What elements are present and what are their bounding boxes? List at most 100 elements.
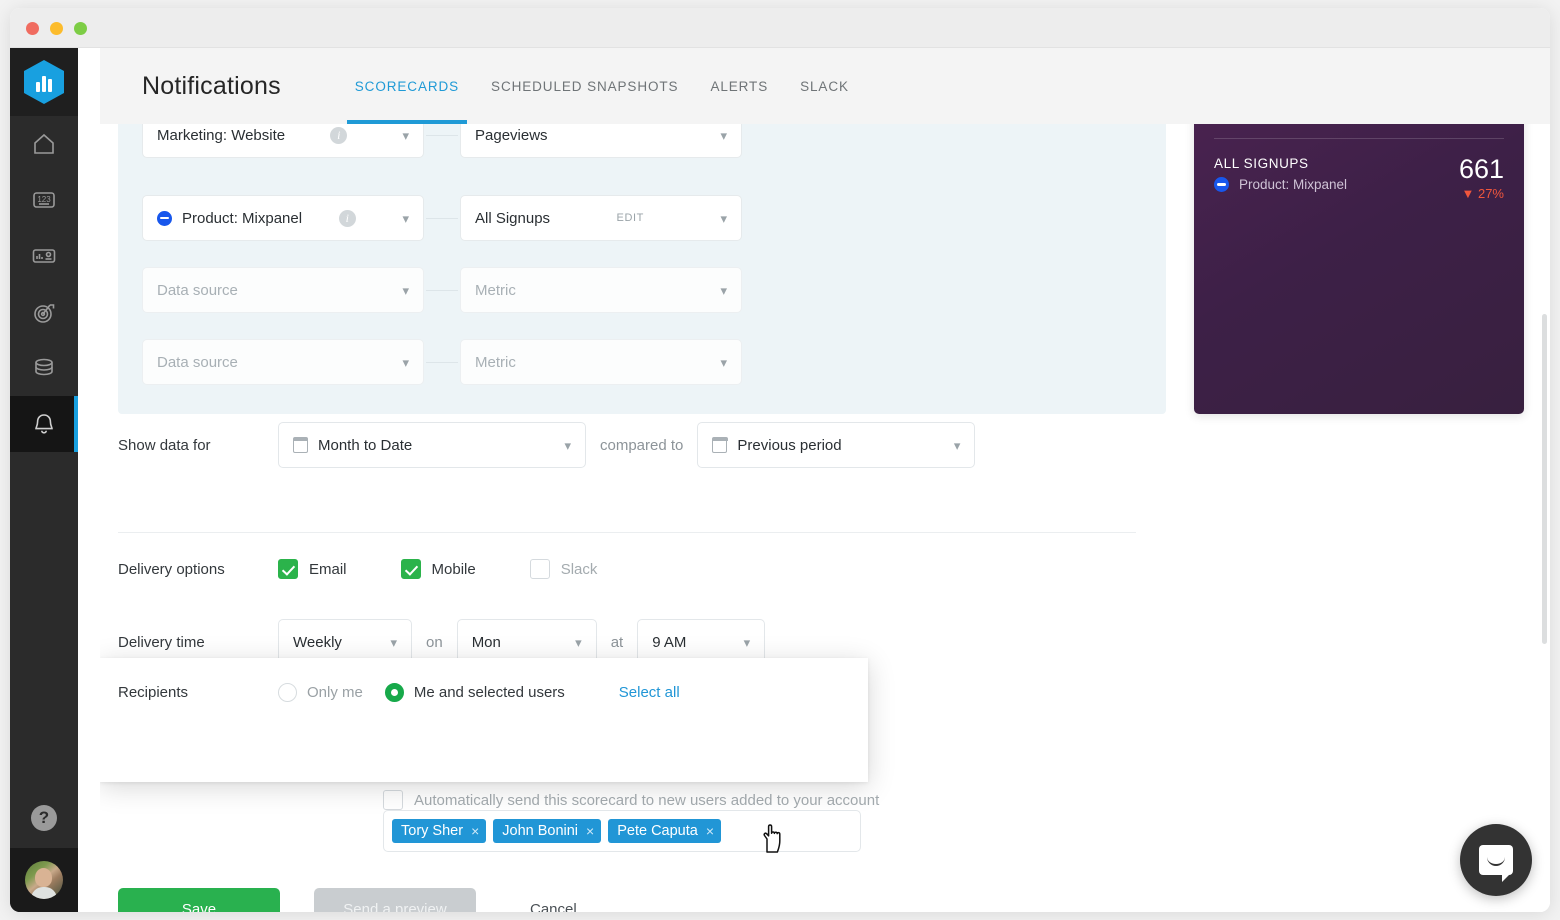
close-button[interactable] <box>26 22 39 35</box>
data-source-select-2[interactable]: Product: Mixpanel i ▾ <box>142 195 424 241</box>
chevron-down-icon: ▾ <box>402 282 409 298</box>
page-header: Notifications SCORECARDS SCHEDULED SNAPS… <box>100 48 1550 124</box>
auto-send-row[interactable]: Automatically send this scorecard to new… <box>383 790 879 810</box>
sidebar-item-notifications[interactable] <box>10 396 78 452</box>
close-icon[interactable]: × <box>706 823 714 839</box>
mouse-cursor <box>763 824 781 853</box>
data-source-select-4[interactable]: Data source ▾ <box>142 339 424 385</box>
row-connector <box>426 135 458 136</box>
chat-bubble-icon <box>1479 845 1513 882</box>
preview-metric-value: 661 <box>1458 154 1504 184</box>
chevron-down-icon: ▾ <box>720 127 727 143</box>
chevron-down-icon: ▾ <box>564 437 571 453</box>
source-row-1: Marketing: Website i ▾ Pageviews ▾ <box>142 124 1142 158</box>
chip-label: Tory Sher <box>401 823 464 839</box>
compare-select[interactable]: Previous period ▾ <box>697 422 976 468</box>
at-label: at <box>610 633 624 651</box>
metric-select-3[interactable]: Metric ▾ <box>460 267 742 313</box>
question-mark-icon: ? <box>31 805 57 831</box>
account-avatar-button[interactable] <box>10 848 78 912</box>
zoom-button[interactable] <box>74 22 87 35</box>
scorecard-form: Marketing: Website i ▾ Pageviews ▾ Produ… <box>100 124 1550 912</box>
form-actions: Save Send a preview Cancel <box>118 888 597 912</box>
day-value: Mon <box>471 633 501 651</box>
close-icon[interactable]: × <box>586 823 594 839</box>
row-connector <box>426 290 458 291</box>
dashboard-icon <box>32 249 56 263</box>
radio-only-me[interactable]: Only me <box>278 683 363 702</box>
delivery-time-label: Delivery time <box>118 633 205 651</box>
source-row-4: Data source ▾ Metric ▾ <box>142 339 1142 385</box>
chevron-down-icon: ▾ <box>390 634 397 650</box>
cancel-button[interactable]: Cancel <box>510 888 597 913</box>
calendar-icon <box>292 437 309 453</box>
data-source-select-3[interactable]: Data source ▾ <box>142 267 424 313</box>
row-connector <box>426 362 458 363</box>
info-icon[interactable]: i <box>330 126 348 144</box>
tab-slack[interactable]: SLACK <box>784 48 865 124</box>
home-icon <box>34 133 54 154</box>
page-title: Notifications <box>142 71 281 100</box>
close-icon[interactable]: × <box>471 823 479 839</box>
chevron-down-icon: ▾ <box>743 634 751 650</box>
compared-to-label: compared to <box>600 436 684 454</box>
sidebar-item-datasources[interactable] <box>10 340 78 396</box>
recipients-row: Recipients Only me Me and selected users… <box>118 683 680 702</box>
target-icon <box>34 304 55 323</box>
select-all-link[interactable]: Select all <box>619 684 680 701</box>
tab-alerts[interactable]: ALERTS <box>694 48 784 124</box>
sidebar-item-logo[interactable] <box>10 48 78 116</box>
minimize-button[interactable] <box>50 22 63 35</box>
period-value: Month to Date <box>318 436 413 454</box>
chevron-down-icon: ▾ <box>953 437 961 453</box>
recipient-chip[interactable]: Pete Caputa × <box>608 819 722 843</box>
calendar-icon <box>711 437 728 453</box>
database-icon <box>35 358 53 376</box>
checkbox-icon <box>383 790 403 810</box>
window-titlebar <box>10 8 1550 48</box>
radio-icon <box>278 683 297 702</box>
checkbox-icon <box>278 559 298 579</box>
tab-scorecards[interactable]: SCORECARDS <box>339 48 475 124</box>
sidebar-item-metrics[interactable]: 123 <box>10 172 78 228</box>
checkbox-email[interactable]: Email <box>278 559 347 579</box>
recipients-input[interactable]: Tory Sher × John Bonini × Pete Caputa × <box>383 810 861 852</box>
checkbox-mobile[interactable]: Mobile <box>400 559 476 579</box>
period-select[interactable]: Month to Date ▾ <box>278 422 586 468</box>
app-logo-icon <box>24 60 64 104</box>
radio-selected-users[interactable]: Me and selected users <box>384 683 565 702</box>
compare-value: Previous period <box>737 436 842 454</box>
tab-scheduled-snapshots[interactable]: SCHEDULED SNAPSHOTS <box>475 48 694 124</box>
page-content: Notifications SCORECARDS SCHEDULED SNAPS… <box>78 48 1550 912</box>
sidebar-item-home[interactable] <box>10 116 78 172</box>
sidebar-bottom: ? <box>10 788 78 912</box>
chevron-down-icon: ▾ <box>575 634 582 650</box>
send-preview-button[interactable]: Send a preview <box>314 888 476 912</box>
mixpanel-icon <box>157 210 172 226</box>
metric-select-2[interactable]: All Signups EDIT ▾ <box>460 195 742 241</box>
edit-metric-button[interactable]: EDIT <box>617 212 644 224</box>
recipient-chip[interactable]: Tory Sher × <box>392 819 487 843</box>
chevron-down-icon: ▾ <box>720 210 727 226</box>
source-row-3: Data source ▾ Metric ▾ <box>142 267 1142 313</box>
app-window: 123 ? Notifications SCORECARDS SCHEDULED… <box>10 8 1550 912</box>
data-source-select-1[interactable]: Marketing: Website i ▾ <box>142 124 424 158</box>
checkbox-icon <box>529 559 550 579</box>
metric-select-1[interactable]: Pageviews ▾ <box>460 124 742 158</box>
info-icon[interactable]: i <box>338 209 356 227</box>
chevron-down-icon: ▾ <box>402 210 409 226</box>
date-range-row: Show data for Month to Date ▾ compared t… <box>118 422 976 468</box>
intercom-chat-launcher[interactable] <box>1460 824 1532 896</box>
metric-select-4[interactable]: Metric ▾ <box>460 339 742 385</box>
delivery-options-row: Delivery options Email Mobile Slack <box>118 559 651 579</box>
checkbox-mobile-label: Mobile <box>431 560 476 578</box>
recipients-label: Recipients <box>118 684 189 701</box>
sidebar-item-goals[interactable] <box>10 284 78 340</box>
preview-row-signups: ALL SIGNUPS Product: Mixpanel 661 ▼ 27% <box>1214 154 1504 201</box>
help-button[interactable]: ? <box>10 788 78 848</box>
vertical-scrollbar[interactable] <box>1542 314 1547 644</box>
sidebar-item-dashboards[interactable] <box>10 228 78 284</box>
recipient-chip[interactable]: John Bonini × <box>493 819 602 843</box>
checkbox-slack[interactable]: Slack <box>529 559 597 579</box>
save-button[interactable]: Save <box>118 888 280 912</box>
